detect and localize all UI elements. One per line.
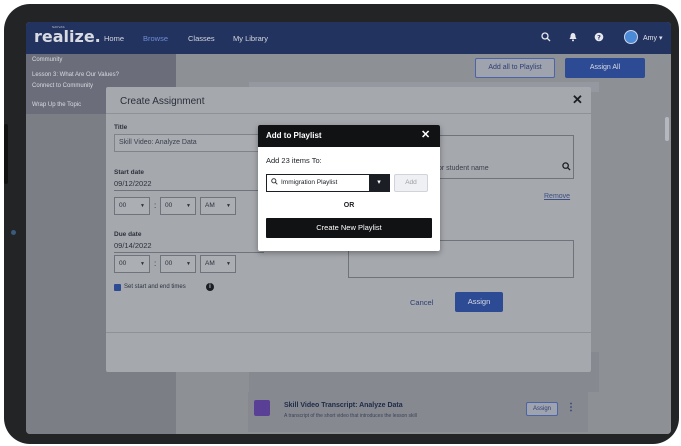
list-item-description: A transcript of the short video that int…: [284, 413, 417, 419]
nav-classes[interactable]: Classes: [188, 34, 215, 43]
tablet-camera: [11, 230, 16, 235]
dialog-header: Add to Playlist ✕: [258, 125, 440, 147]
playlist-select-value: Immigration Playlist: [281, 179, 338, 186]
search-icon: [271, 178, 278, 187]
or-separator: OR: [343, 202, 355, 209]
tablet-side-button: [4, 124, 8, 184]
assign-button[interactable]: Assign: [455, 292, 503, 312]
sidebar-item-wrap-up[interactable]: Wrap Up the Topic: [32, 102, 81, 108]
items-count-label: Add 23 items To:: [266, 156, 322, 165]
due-minute-select[interactable]: 00 ▼: [160, 255, 196, 273]
screen: SAVVAS realize. Home Browse Classes My L…: [26, 22, 671, 434]
create-new-playlist-button[interactable]: Create New Playlist: [266, 218, 432, 238]
dialog-title: Add to Playlist: [266, 131, 322, 140]
sidebar-item-connect[interactable]: Connect to Community: [32, 83, 93, 89]
nav-home[interactable]: Home: [104, 34, 124, 43]
search-icon[interactable]: [562, 162, 571, 173]
start-date-field[interactable]: 09/12/2022: [114, 179, 152, 188]
chevron-down-icon[interactable]: ▾: [369, 175, 389, 191]
start-minute-select[interactable]: 00 ▼: [160, 197, 196, 215]
divider: [114, 252, 264, 253]
svg-text:?: ?: [597, 33, 601, 41]
set-times-checkbox[interactable]: [114, 284, 121, 291]
due-date-field[interactable]: 09/14/2022: [114, 241, 152, 250]
dialog-title: Create Assignment: [120, 96, 205, 107]
add-all-to-playlist-button[interactable]: Add all to Playlist: [475, 58, 555, 78]
close-icon[interactable]: ✕: [421, 128, 430, 141]
assign-all-button[interactable]: Assign All: [565, 58, 645, 78]
add-to-playlist-dialog: Add to Playlist ✕ Add 23 items To: Immig…: [258, 125, 440, 251]
student-search-placeholder: or student name: [438, 165, 489, 172]
video-transcript-icon: [254, 400, 270, 416]
bell-icon[interactable]: [568, 32, 578, 42]
divider: [106, 113, 591, 114]
due-date-label: Due date: [114, 231, 142, 238]
item-assign-button[interactable]: Assign: [526, 402, 558, 416]
top-nav: SAVVAS realize. Home Browse Classes My L…: [26, 22, 671, 54]
avatar[interactable]: [624, 30, 638, 44]
scrollbar[interactable]: [665, 117, 669, 141]
list-item: Skill Video Transcript: Analyze Data A t…: [248, 392, 588, 432]
realize-logo[interactable]: realize.: [34, 28, 101, 46]
time-separator: :: [154, 259, 157, 268]
list-item-title[interactable]: Skill Video Transcript: Analyze Data: [284, 402, 403, 409]
add-button[interactable]: Add: [394, 174, 428, 192]
search-icon[interactable]: [541, 32, 551, 42]
help-icon[interactable]: ?: [594, 32, 604, 42]
set-times-label: Set start and end times: [124, 284, 186, 290]
start-hour-select[interactable]: 00 ▼: [114, 197, 150, 215]
title-field[interactable]: Skill Video: Analyze Data: [114, 134, 264, 152]
cancel-button[interactable]: Cancel: [410, 298, 433, 307]
nav-browse[interactable]: Browse: [143, 34, 168, 43]
start-date-label: Start date: [114, 169, 144, 176]
remove-link[interactable]: Remove: [544, 193, 570, 200]
divider: [114, 190, 264, 191]
nav-my-library[interactable]: My Library: [233, 34, 268, 43]
due-ampm-select[interactable]: AM ▼: [200, 255, 236, 273]
kebab-menu-icon[interactable]: ⋮: [566, 402, 576, 413]
playlist-select[interactable]: Immigration Playlist ▾: [266, 174, 390, 192]
due-hour-select[interactable]: 00 ▼: [114, 255, 150, 273]
time-separator: :: [154, 201, 157, 210]
info-icon[interactable]: i: [206, 283, 214, 291]
divider: [106, 332, 591, 333]
user-menu[interactable]: Amy ▾: [643, 34, 662, 42]
sidebar-item-lesson-3[interactable]: Lesson 3: What Are Our Values?: [32, 72, 119, 78]
title-label: Title: [114, 124, 128, 131]
close-icon[interactable]: ✕: [572, 92, 583, 108]
sidebar-item-community[interactable]: Community: [32, 57, 62, 63]
start-ampm-select[interactable]: AM ▼: [200, 197, 236, 215]
tablet-frame: SAVVAS realize. Home Browse Classes My L…: [4, 4, 679, 444]
